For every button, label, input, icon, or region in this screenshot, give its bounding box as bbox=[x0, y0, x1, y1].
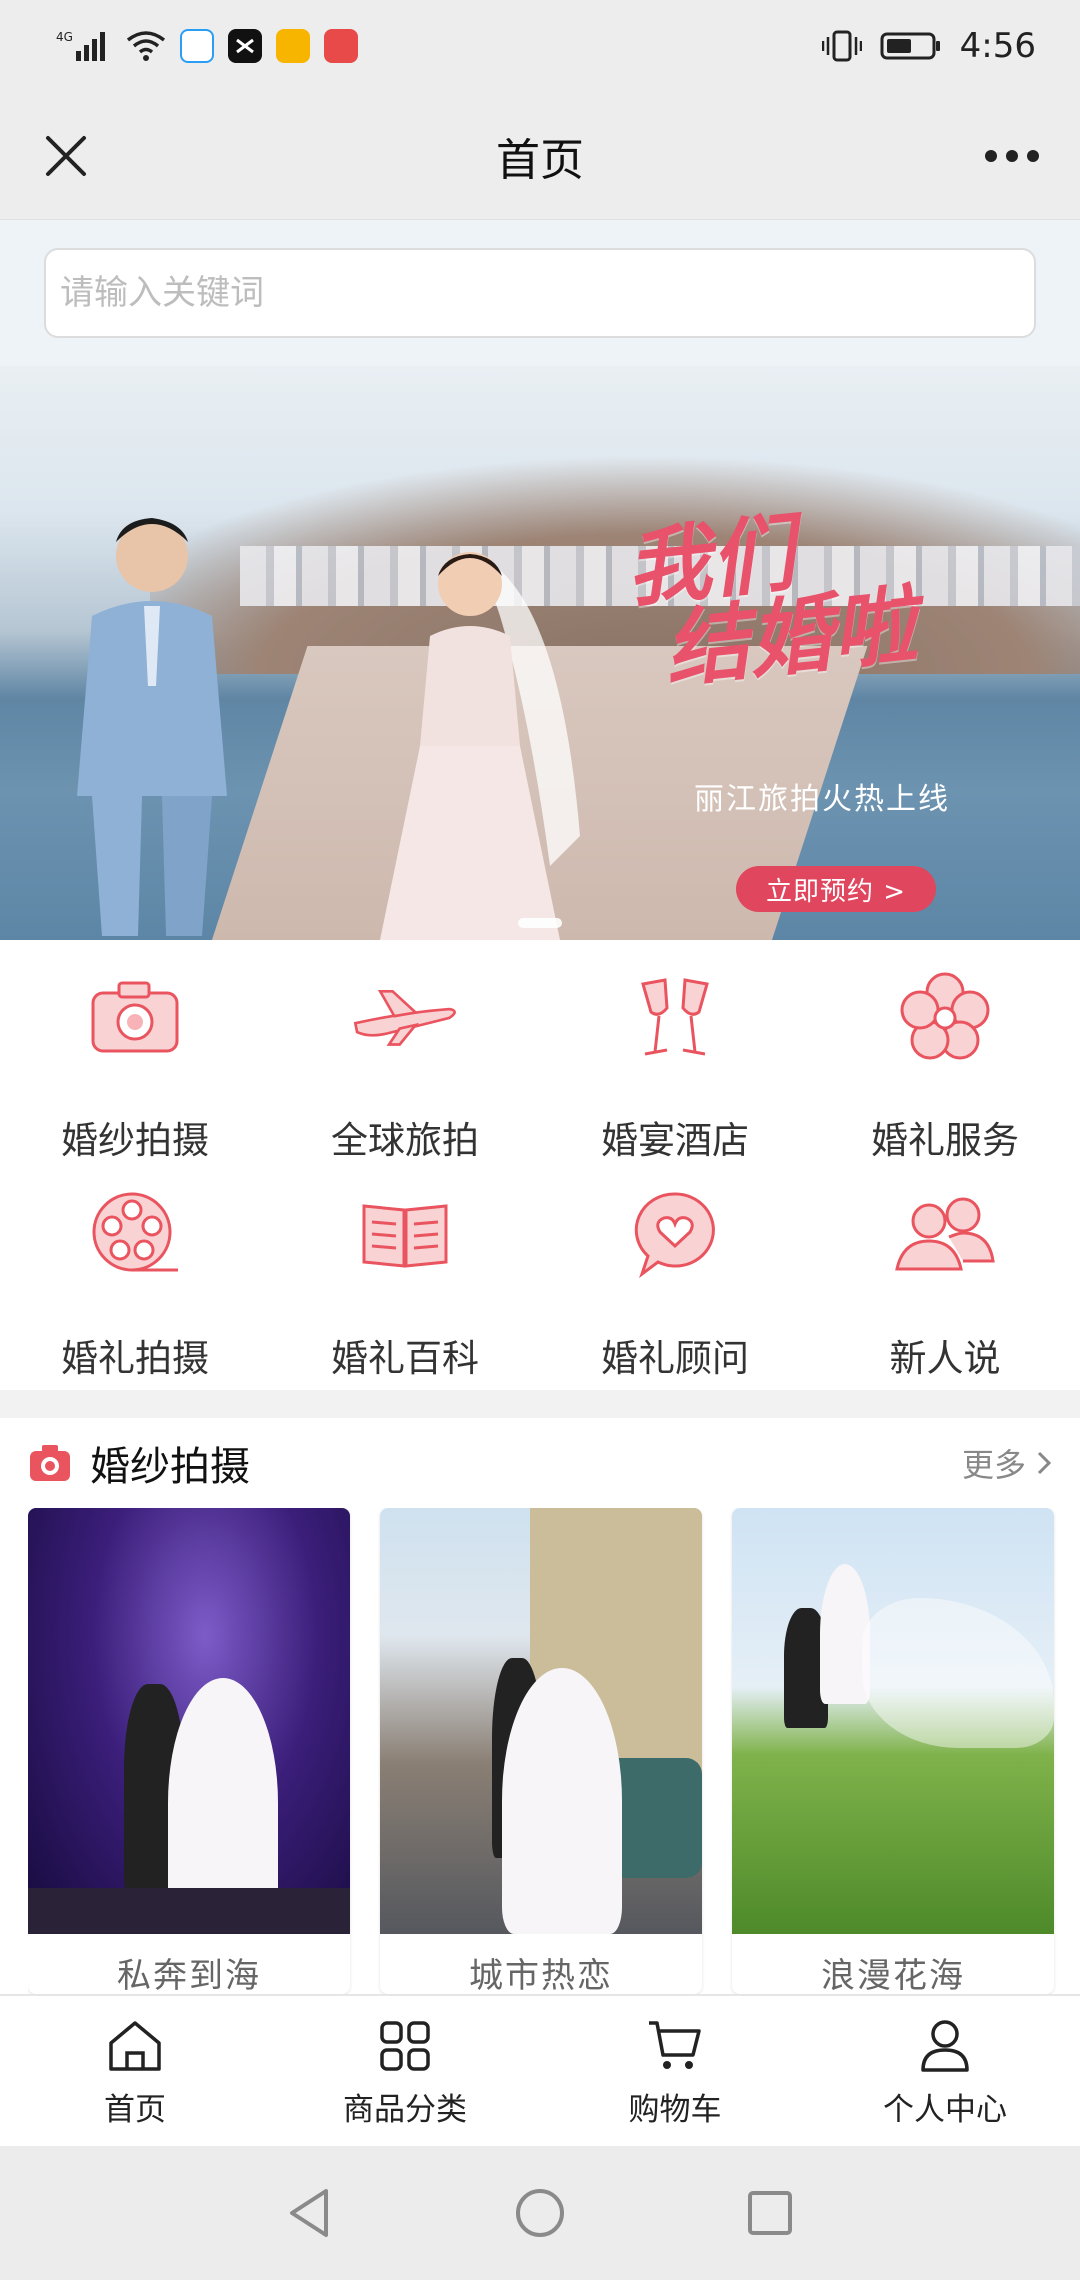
tab-label: 首页 bbox=[104, 2091, 166, 2128]
close-button[interactable] bbox=[32, 122, 100, 190]
section-more-link[interactable]: 更多 bbox=[962, 1440, 1052, 1486]
page-title: 首页 bbox=[496, 134, 584, 186]
product-card[interactable]: 城市热恋 bbox=[380, 1508, 702, 1994]
product-caption: 城市热恋 bbox=[469, 1956, 613, 1994]
category-banquet-hotel[interactable]: 婚宴酒店 bbox=[540, 940, 810, 1164]
tab-label: 商品分类 bbox=[343, 2091, 467, 2128]
notes-app-icon bbox=[276, 29, 310, 63]
status-right: 4:56 bbox=[821, 26, 1036, 66]
banner-groom-image bbox=[77, 518, 227, 936]
category-wedding-wiki[interactable]: 婚礼百科 bbox=[270, 1164, 540, 1390]
wifi-icon bbox=[126, 30, 166, 62]
book-icon bbox=[350, 1180, 460, 1290]
category-label: 婚礼拍摄 bbox=[61, 1337, 209, 1380]
bottom-tab-bar: 首页 商品分类 购物车 个人中心 bbox=[0, 1994, 1080, 2146]
category-wedding-photo[interactable]: 婚纱拍摄 bbox=[0, 940, 270, 1164]
category-label: 婚礼服务 bbox=[871, 1119, 1019, 1162]
capcut-app-icon bbox=[228, 29, 262, 63]
tab-label: 个人中心 bbox=[883, 2091, 1007, 2128]
more-label: 更多 bbox=[961, 1446, 1026, 1484]
category-global-travel[interactable]: 全球旅拍 bbox=[270, 940, 540, 1164]
cart-icon bbox=[643, 2014, 707, 2078]
category-newlyweds-say[interactable]: 新人说 bbox=[810, 1164, 1080, 1390]
category-wedding-service[interactable]: 婚礼服务 bbox=[810, 940, 1080, 1164]
category-label: 婚宴酒店 bbox=[601, 1119, 749, 1162]
battery-icon bbox=[880, 31, 942, 61]
status-left: 4G bbox=[56, 29, 358, 63]
home-circle-icon bbox=[516, 2189, 564, 2237]
banner-bride-image bbox=[380, 552, 580, 940]
recents-button[interactable] bbox=[740, 2183, 800, 2243]
product-image bbox=[732, 1508, 1054, 1934]
banner-subtitle: 丽江旅拍火热上线 bbox=[694, 782, 950, 817]
search-input[interactable] bbox=[44, 248, 1036, 338]
heart-chat-icon bbox=[620, 1180, 730, 1290]
signal-icon: 4G bbox=[56, 29, 112, 63]
section-header: 婚纱拍摄 更多 bbox=[0, 1418, 1080, 1508]
tab-categories[interactable]: 商品分类 bbox=[270, 1996, 540, 2146]
chevron-right-icon bbox=[1037, 1451, 1052, 1475]
category-grid: 婚纱拍摄 全球旅拍 婚宴酒店 婚礼服务 婚礼拍摄 婚礼百科 婚礼顾问 新人说 bbox=[0, 940, 1080, 1390]
product-cards: 私奔到海 城市热恋 浪漫花海 bbox=[28, 1508, 1058, 1994]
category-label: 婚礼百科 bbox=[331, 1337, 479, 1380]
search-area bbox=[0, 220, 1080, 366]
category-wedding-video[interactable]: 婚礼拍摄 bbox=[0, 1164, 270, 1390]
category-label: 婚礼顾问 bbox=[601, 1337, 749, 1380]
status-bar: 4G 4:56 bbox=[0, 0, 1080, 92]
chat-app-icon bbox=[180, 29, 214, 63]
reader-app-icon bbox=[324, 29, 358, 63]
tab-label: 购物车 bbox=[628, 2091, 722, 2128]
category-label: 全球旅拍 bbox=[331, 1119, 479, 1162]
tab-cart[interactable]: 购物车 bbox=[540, 1996, 810, 2146]
grid-icon bbox=[373, 2014, 437, 2078]
section-title: 婚纱拍摄 bbox=[90, 1444, 250, 1490]
back-button[interactable] bbox=[280, 2183, 340, 2243]
airplane-icon bbox=[350, 962, 460, 1072]
title-bar: 首页 bbox=[0, 92, 1080, 220]
product-caption: 私奔到海 bbox=[117, 1956, 261, 1994]
home-icon bbox=[103, 2014, 167, 2078]
tab-profile[interactable]: 个人中心 bbox=[810, 1996, 1080, 2146]
carousel-indicator bbox=[518, 918, 562, 928]
section-camera-icon bbox=[30, 1445, 70, 1481]
category-wedding-advisor[interactable]: 婚礼顾问 bbox=[540, 1164, 810, 1390]
product-card[interactable]: 私奔到海 bbox=[28, 1508, 350, 1994]
product-card[interactable]: 浪漫花海 bbox=[732, 1508, 1054, 1994]
product-image bbox=[380, 1508, 702, 1934]
product-caption: 浪漫花海 bbox=[821, 1956, 965, 1994]
couple-icon bbox=[890, 1180, 1000, 1290]
close-icon bbox=[46, 136, 86, 176]
category-label: 新人说 bbox=[889, 1337, 1001, 1380]
home-nav-button[interactable] bbox=[510, 2183, 570, 2243]
network-type: 4G bbox=[56, 30, 73, 44]
person-icon bbox=[913, 2014, 977, 2078]
back-triangle-icon bbox=[290, 2189, 328, 2237]
system-navigation-bar bbox=[0, 2146, 1080, 2280]
recents-square-icon bbox=[748, 2191, 792, 2235]
product-image bbox=[28, 1508, 350, 1934]
film-reel-icon bbox=[80, 1180, 190, 1290]
category-label: 婚纱拍摄 bbox=[61, 1119, 209, 1162]
more-options-button[interactable] bbox=[972, 122, 1052, 190]
flower-icon bbox=[890, 962, 1000, 1072]
promo-banner[interactable]: 我们 结婚啦 丽江旅拍火热上线 立即预约 > bbox=[0, 366, 1080, 940]
more-icon bbox=[985, 150, 1039, 162]
tab-home[interactable]: 首页 bbox=[0, 1996, 270, 2146]
champagne-icon bbox=[620, 962, 730, 1072]
section-divider bbox=[0, 1390, 1080, 1418]
banner-book-button[interactable]: 立即预约 > bbox=[736, 866, 936, 912]
vibrate-icon bbox=[821, 29, 862, 63]
camera-icon bbox=[80, 962, 190, 1072]
clock: 4:56 bbox=[959, 26, 1036, 66]
